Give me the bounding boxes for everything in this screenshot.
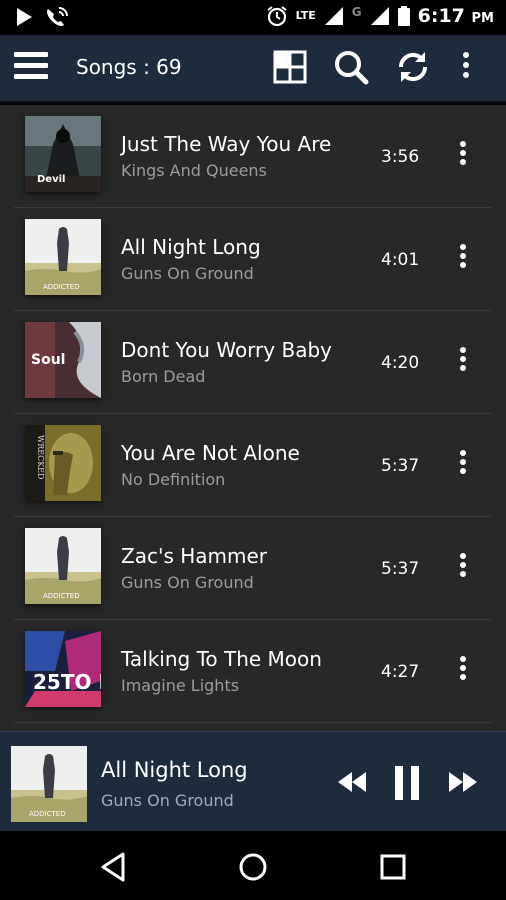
- song-title: Talking To The Moon: [121, 647, 322, 671]
- album-art-text: Devil: [37, 174, 65, 185]
- list-item[interactable]: WRECKED You Are Not Alone No Definition …: [14, 414, 492, 517]
- now-playing-bar[interactable]: ADDICTED All Night Long Guns On Ground: [0, 731, 506, 831]
- pause-icon[interactable]: [393, 766, 421, 800]
- song-artist: No Definition: [121, 470, 226, 489]
- back-icon[interactable]: [97, 850, 131, 884]
- wifi-calling-icon: [47, 7, 68, 26]
- now-playing-artist: Guns On Ground: [101, 791, 234, 810]
- more-options-icon[interactable]: [455, 347, 471, 377]
- recents-icon[interactable]: [376, 850, 410, 884]
- song-duration: 4:01: [381, 250, 420, 270]
- now-playing-album-art[interactable]: ADDICTED: [11, 746, 87, 822]
- album-art-text: Soul: [31, 352, 65, 368]
- album-art: Soul: [25, 322, 101, 398]
- song-list[interactable]: Devil Just The Way You Are Kings And Que…: [0, 105, 506, 731]
- more-options-icon[interactable]: [455, 656, 471, 686]
- album-art-text: 25TO LIFE: [33, 670, 101, 694]
- album-art-text: WRECKED: [36, 435, 45, 479]
- song-title: All Night Long: [121, 235, 261, 259]
- list-item[interactable]: ADDICTED All Night Long Guns On Ground 4…: [14, 208, 492, 311]
- more-options-icon[interactable]: [455, 553, 471, 583]
- list-item[interactable]: ADDICTED Zac's Hammer Guns On Ground 5:3…: [14, 517, 492, 620]
- grid-view-icon[interactable]: [272, 49, 308, 85]
- network-type-label: LTE: [295, 9, 316, 22]
- system-nav-bar: [0, 832, 506, 900]
- album-art-text: ADDICTED: [43, 592, 80, 600]
- song-title: Zac's Hammer: [121, 544, 268, 568]
- album-art-text: ADDICTED: [43, 283, 80, 291]
- song-artist: Guns On Ground: [121, 264, 254, 283]
- song-title: You Are Not Alone: [121, 441, 300, 465]
- song-duration: 5:37: [381, 559, 420, 579]
- menu-icon[interactable]: [14, 52, 48, 82]
- song-title: Just The Way You Are: [121, 132, 332, 156]
- album-art: ADDICTED: [25, 219, 101, 295]
- song-duration: 4:27: [381, 662, 420, 682]
- alarm-icon: [266, 6, 287, 27]
- song-duration: 4:20: [381, 353, 420, 373]
- more-options-icon[interactable]: [455, 450, 471, 480]
- signal-icon-secondary: [370, 7, 389, 25]
- network-secondary-label: G: [351, 5, 362, 19]
- song-title: Dont You Worry Baby: [121, 338, 332, 362]
- fast-forward-icon[interactable]: [447, 770, 479, 794]
- page-title: Songs : 69: [76, 55, 182, 79]
- refresh-icon[interactable]: [395, 49, 431, 85]
- song-duration: 3:56: [381, 147, 420, 167]
- album-art: ADDICTED: [25, 528, 101, 604]
- search-icon[interactable]: [333, 49, 369, 85]
- signal-icon: [324, 7, 343, 25]
- clock: 6:17 PM: [417, 5, 494, 27]
- play-store-icon: [17, 8, 32, 26]
- album-art: 25TO LIFE: [25, 631, 101, 707]
- album-art: Devil: [25, 116, 101, 192]
- rewind-icon[interactable]: [336, 770, 368, 794]
- song-artist: Guns On Ground: [121, 573, 254, 592]
- song-artist: Born Dead: [121, 367, 206, 386]
- status-bar: LTE G 6:17 PM: [0, 0, 506, 35]
- list-item[interactable]: Soul Dont You Worry Baby Born Dead 4:20: [14, 311, 492, 414]
- list-item[interactable]: Devil Just The Way You Are Kings And Que…: [14, 105, 492, 208]
- now-playing-title: All Night Long: [101, 758, 248, 782]
- song-artist: Kings And Queens: [121, 161, 267, 180]
- song-duration: 5:37: [381, 456, 420, 476]
- list-item[interactable]: 25TO LIFE Talking To The Moon Imagine Li…: [14, 620, 492, 723]
- home-icon[interactable]: [236, 850, 270, 884]
- album-art: WRECKED: [25, 425, 101, 501]
- overflow-menu-icon[interactable]: [458, 49, 474, 85]
- app-bar: Songs : 69: [0, 35, 506, 105]
- song-artist: Imagine Lights: [121, 676, 240, 695]
- more-options-icon[interactable]: [455, 244, 471, 274]
- more-options-icon[interactable]: [455, 141, 471, 171]
- album-art-text: ADDICTED: [29, 810, 66, 818]
- battery-icon: [397, 6, 410, 26]
